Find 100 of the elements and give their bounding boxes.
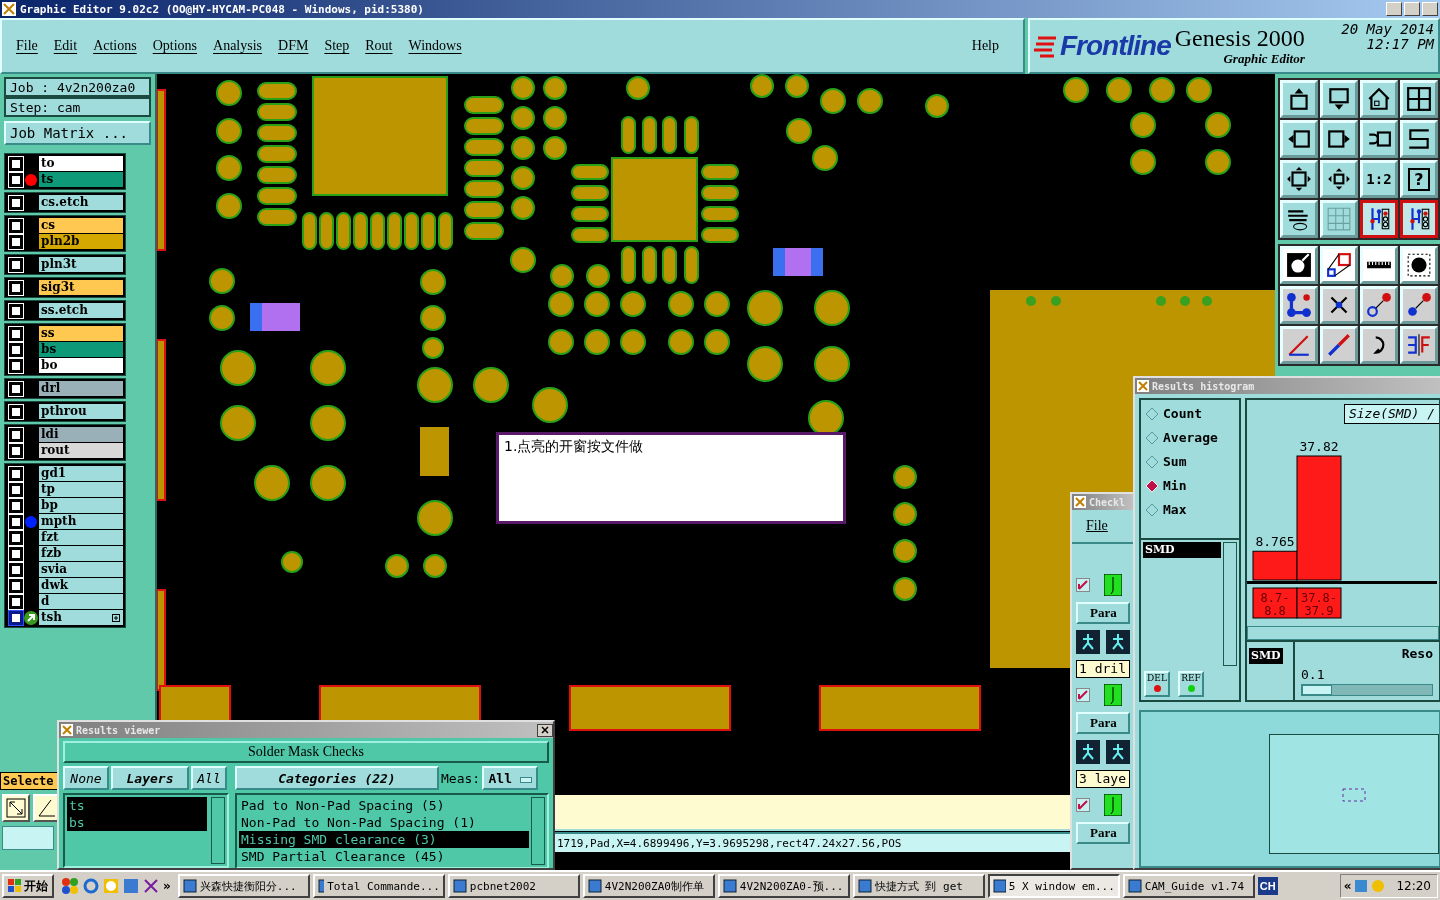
taskbar-button[interactable]: CAM_Guide v1.74 [1122, 874, 1255, 898]
layer-name[interactable]: pln3t [39, 257, 123, 272]
all-button[interactable]: All [191, 766, 227, 790]
layer-name[interactable]: pln2b [39, 234, 123, 249]
language-indicator[interactable]: CH [1257, 877, 1278, 895]
reference-button[interactable]: REF [1178, 671, 1204, 697]
checkbox[interactable] [1076, 798, 1090, 812]
running-figure-icon[interactable] [1106, 740, 1130, 764]
layer-name[interactable]: cs [39, 218, 123, 233]
layer-name[interactable]: rout [39, 443, 123, 458]
list-item[interactable]: Pad to Non-Pad Spacing (5) [239, 797, 529, 814]
layer-name[interactable]: tsh [39, 610, 123, 625]
mode-radio[interactable]: Min [1145, 478, 1235, 493]
taskbar-button[interactable]: 兴森快捷衡阳分... [177, 874, 310, 898]
list-item[interactable]: SMD Partial Clearance (45) [239, 848, 529, 865]
running-figure-icon[interactable] [1076, 740, 1100, 764]
x-icon[interactable] [143, 878, 159, 894]
parameters-button[interactable]: Para [1076, 712, 1130, 734]
menu-item[interactable]: File [16, 38, 46, 54]
colorful-dots-icon[interactable] [61, 877, 79, 895]
tool-button[interactable]: 1:2 [1360, 160, 1398, 198]
categories-button[interactable]: Categories (22) [235, 766, 439, 790]
job-matrix-button[interactable]: Job Matrix ... [4, 121, 151, 145]
browser-icon[interactable] [83, 878, 99, 894]
parameters-button[interactable]: Para [1076, 602, 1130, 624]
resolution-slider[interactable] [1301, 684, 1433, 696]
list-item[interactable]: SMD [1143, 542, 1221, 558]
layer-name[interactable]: to [39, 156, 123, 171]
layer-name[interactable]: svia [39, 562, 123, 577]
running-figure-icon[interactable] [1076, 630, 1100, 654]
app-icon[interactable] [123, 878, 139, 894]
layer-name[interactable]: bs [39, 342, 123, 357]
slider-thumb[interactable] [1302, 685, 1332, 695]
menu-item[interactable]: Step [324, 38, 358, 54]
checklist-field[interactable]: 1 dril [1076, 660, 1130, 678]
menu-item[interactable]: File [1086, 518, 1108, 534]
taskbar-button[interactable]: Total Commande... [312, 874, 445, 898]
list-item[interactable]: Missing SMD clearance (3) [239, 831, 529, 848]
layer-name[interactable]: pthrou [39, 404, 123, 419]
layer-name[interactable]: gd1 [39, 466, 123, 481]
layer-name[interactable]: ldi [39, 427, 123, 442]
list-item[interactable]: bs [67, 814, 207, 831]
resize-button[interactable] [2, 794, 30, 822]
scrollbar[interactable] [531, 797, 545, 865]
taskbar-button[interactable]: 4V2N200ZA0制作单 [582, 874, 715, 898]
tool-button[interactable] [1400, 200, 1438, 238]
layer-checkbox[interactable] [9, 610, 23, 625]
none-button[interactable]: None [63, 766, 109, 790]
layer-name[interactable]: ss [39, 326, 123, 341]
checklist-field[interactable]: 3 laye [1076, 770, 1130, 788]
minimize-button[interactable] [1386, 2, 1402, 16]
layer-name[interactable]: ss.etch [39, 303, 123, 318]
menu-item[interactable]: Rout [365, 38, 401, 54]
layer-name[interactable]: bp [39, 498, 123, 513]
maximize-button[interactable] [1404, 2, 1420, 16]
menu-item[interactable]: Actions [93, 38, 145, 54]
checkbox[interactable] [1076, 578, 1090, 592]
taskbar-button[interactable]: 快捷方式 到 get [852, 874, 985, 898]
tray-chevron[interactable]: « [1343, 879, 1352, 893]
list-item[interactable]: SMD [1249, 648, 1283, 664]
parameters-button[interactable]: Para [1076, 822, 1130, 844]
layer-name[interactable]: d [39, 594, 123, 609]
layer-name[interactable]: dwk [39, 578, 123, 593]
start-button[interactable]: 开始 [2, 874, 54, 898]
tool-button[interactable] [1360, 200, 1398, 238]
scrollbar[interactable] [1223, 542, 1237, 666]
checkbox[interactable] [1076, 688, 1090, 702]
more-chevron[interactable]: » [163, 879, 171, 893]
layer-name[interactable]: fzt [39, 530, 123, 545]
menu-item[interactable]: Edit [53, 38, 86, 54]
layer-name[interactable]: tp [39, 482, 123, 497]
layer-name[interactable]: sig3t [39, 280, 123, 295]
list-item[interactable]: Non-Pad to Non-Pad Spacing (1) [239, 814, 529, 831]
layer-name[interactable]: ts [39, 172, 123, 187]
layer-name[interactable]: bo [39, 358, 123, 373]
layer-name[interactable]: drl [39, 381, 123, 396]
menu-item[interactable]: DFM [278, 38, 317, 54]
mode-radio[interactable]: Count [1145, 406, 1235, 421]
layer-name[interactable]: fzb [39, 546, 123, 561]
menu-item[interactable]: Windows [408, 38, 470, 54]
help-menu[interactable]: Help [971, 38, 1007, 54]
input-field[interactable] [2, 826, 54, 850]
list-item[interactable]: ts [67, 797, 207, 814]
mode-radio[interactable]: Average [1145, 430, 1235, 445]
layer-name[interactable]: cs.etch [39, 195, 123, 210]
mode-radio[interactable]: Sum [1145, 454, 1235, 469]
taskbar-button[interactable]: 5 X window em... [987, 874, 1120, 898]
running-figure-icon[interactable] [1106, 630, 1130, 654]
menu-item[interactable]: Analysis [213, 38, 271, 54]
meas-dropdown[interactable]: All [482, 766, 539, 790]
tool-button[interactable]: ? [1400, 160, 1438, 198]
mode-radio[interactable]: Max [1145, 502, 1235, 517]
layer-name[interactable]: mpth [39, 514, 123, 529]
taskbar-button[interactable]: pcbnet2002 [447, 874, 580, 898]
scrollbar[interactable] [1247, 626, 1439, 640]
layers-button[interactable]: Layers [111, 766, 189, 790]
close-button[interactable] [537, 723, 553, 737]
taskbar-button[interactable]: 4V2N200ZA0-预... [717, 874, 850, 898]
menu-item[interactable]: Options [152, 38, 206, 54]
delete-button[interactable]: DEL [1144, 671, 1170, 697]
